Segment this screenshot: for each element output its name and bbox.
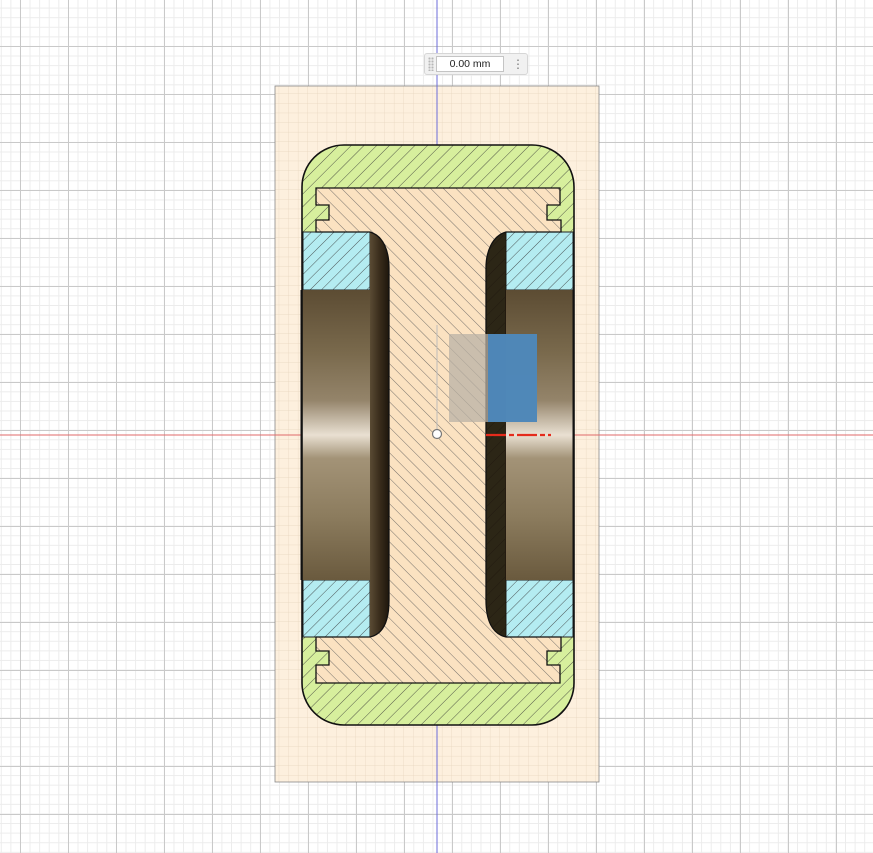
bore-face-right <box>505 290 573 580</box>
selection-preview-face[interactable] <box>488 334 537 422</box>
drag-grip-icon[interactable] <box>428 57 434 71</box>
bearing-bottom-right[interactable] <box>505 579 574 638</box>
dimension-value-input[interactable] <box>436 56 504 72</box>
vertical-ellipsis-icon[interactable]: ⋮ <box>511 56 525 72</box>
canvas-viewport[interactable] <box>0 0 873 853</box>
groove-left <box>370 232 389 637</box>
bore-face-left <box>301 290 371 580</box>
dimension-input-box: ⋮ <box>424 53 528 75</box>
bearing-top-right[interactable] <box>505 231 574 291</box>
bearing-top-left[interactable] <box>302 231 371 291</box>
manipulator-origin-handle[interactable] <box>431 428 443 440</box>
bearing-bottom-left[interactable] <box>302 579 371 638</box>
